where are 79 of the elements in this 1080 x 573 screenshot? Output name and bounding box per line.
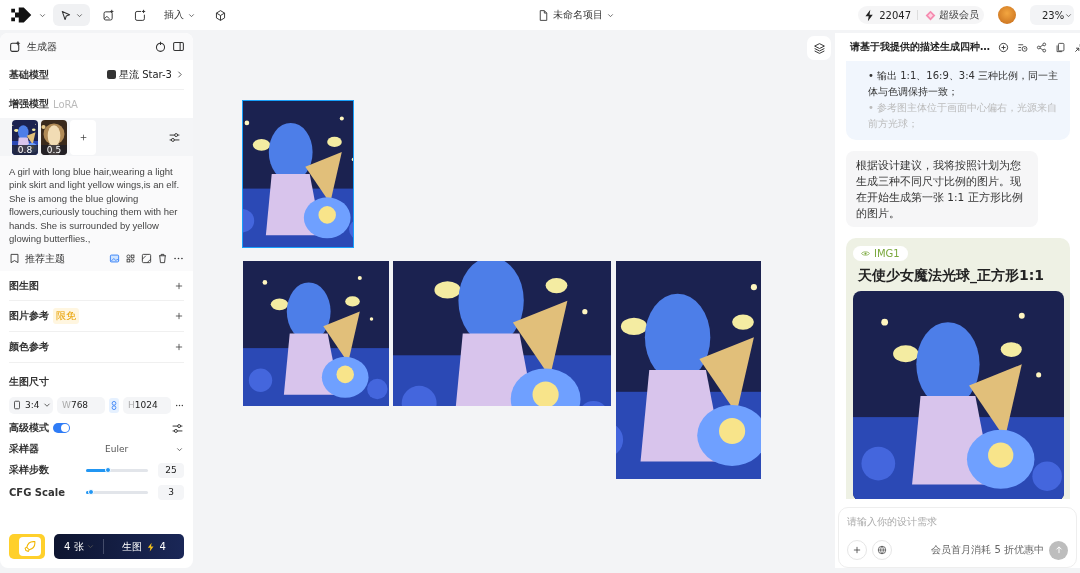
- history-icon[interactable]: [1017, 41, 1028, 53]
- slider-handle[interactable]: [105, 467, 112, 473]
- panel-title: 生成器: [27, 39, 57, 54]
- width-field[interactable]: W768: [57, 396, 105, 414]
- image-title: 天使少女魔法光球_正方形1:1: [857, 267, 1045, 285]
- chevron-icon: [175, 70, 184, 79]
- insert-menu[interactable]: 插入: [158, 4, 202, 26]
- layers-icon[interactable]: [812, 41, 826, 55]
- sampler-dropdown[interactable]: Euler: [43, 444, 184, 454]
- slider-handle[interactable]: [87, 489, 94, 495]
- plus-icon: [78, 132, 88, 142]
- field-label: CFG Scale: [9, 486, 66, 498]
- value-field[interactable]: 25: [158, 462, 184, 478]
- count-dropdown[interactable]: 4 张: [54, 539, 104, 554]
- lora-weight: 0.8: [12, 144, 38, 155]
- zoom-menu[interactable]: 23%: [1030, 5, 1074, 25]
- promo-text: 会员首月消耗 5 折优惠中: [931, 543, 1044, 557]
- lora-weight: 0.5: [41, 144, 67, 155]
- settings-icon[interactable]: [168, 130, 181, 144]
- bullet-text: • 输出 1:1、16:9、3:4 三种比例，同一主体与色调保持一致；: [868, 69, 1060, 99]
- rocket-icon: [19, 537, 41, 556]
- field-hint: LoRA: [53, 98, 78, 110]
- field-label: 高级模式: [9, 421, 49, 435]
- frame-icon[interactable]: [141, 253, 152, 264]
- caret-icon: [85, 542, 95, 551]
- eye-icon: [861, 249, 870, 258]
- credits-count: 22047: [879, 9, 911, 21]
- avatar-icon[interactable]: [998, 6, 1016, 24]
- bolt-icon: [145, 541, 156, 552]
- field-label: 采样器: [9, 442, 39, 456]
- new-chat-icon[interactable]: [998, 41, 1009, 53]
- model-selector[interactable]: 星流 Star-3: [106, 67, 184, 82]
- logo-icon[interactable]: [8, 5, 32, 25]
- field-label: 基础模型: [9, 67, 49, 82]
- link-icon[interactable]: [109, 397, 119, 413]
- height-field[interactable]: H1024: [123, 396, 171, 414]
- generate-button[interactable]: 生图 4: [103, 539, 184, 554]
- share-icon[interactable]: [1036, 41, 1047, 53]
- bookmark-icon: [9, 253, 20, 264]
- portrait-icon: [12, 400, 22, 410]
- image-tag: IMG1: [853, 246, 908, 261]
- trash-icon[interactable]: [157, 253, 168, 264]
- message-text: 根据设计建议，我将按照计划为您生成三种不同尺寸比例的图片。现在开始生成第一张 1:1 正方形比例的图片。: [846, 151, 1038, 227]
- copy-icon[interactable]: [1055, 41, 1066, 53]
- chat-input[interactable]: 请输入你的设计需求 会员首月消耗 5 折优惠中: [838, 507, 1077, 568]
- frame-add-icon: [133, 8, 146, 22]
- globe-icon: [877, 545, 887, 555]
- plus-icon[interactable]: [174, 311, 184, 321]
- reset-icon[interactable]: [154, 40, 167, 53]
- field-label: 增强模型: [9, 97, 49, 111]
- generator-icon: [9, 40, 22, 53]
- section-label: 图片参考: [9, 309, 49, 323]
- plus-icon[interactable]: [174, 280, 184, 291]
- tool-button[interactable]: [53, 4, 90, 26]
- sidebar-icon[interactable]: [172, 40, 185, 53]
- grid-icon[interactable]: [125, 253, 136, 264]
- chat-title: 请基于我提供的描述生成四种…: [850, 40, 990, 54]
- ratio-dropdown[interactable]: 3:4: [9, 396, 53, 414]
- slider-track[interactable]: [85, 468, 149, 472]
- project-title[interactable]: 未命名项目: [536, 8, 615, 22]
- plus-icon: [852, 545, 862, 555]
- image-add-icon: [102, 8, 115, 22]
- field-label: 采样步数: [9, 463, 50, 477]
- recommend-label[interactable]: 推荐主题: [25, 251, 65, 266]
- diamond-icon: [924, 8, 937, 22]
- cube-icon: [214, 8, 227, 22]
- membership-link[interactable]: 超级会员: [924, 8, 979, 22]
- section-label: 图生图: [9, 278, 39, 293]
- field-label: 生图尺寸: [9, 375, 49, 389]
- arrow-up-icon: [1053, 545, 1064, 555]
- pointer-icon: [59, 8, 72, 22]
- prompt-text[interactable]: A girl with long blue hair,wearing a light pink skirt and light yellow wings,is an elf. She is among the blue glowing flowers,curiously touching them with her hands. She is surrounded by yellow glowing butterflies.,: [0, 156, 193, 246]
- section-label: 颜色参考: [9, 340, 49, 354]
- plus-icon[interactable]: [174, 342, 184, 352]
- value-field[interactable]: 3: [158, 484, 184, 500]
- toggle-switch[interactable]: [53, 423, 70, 433]
- settings-icon[interactable]: [171, 421, 184, 435]
- free-badge: 限免: [53, 308, 79, 324]
- image-icon[interactable]: [109, 253, 120, 264]
